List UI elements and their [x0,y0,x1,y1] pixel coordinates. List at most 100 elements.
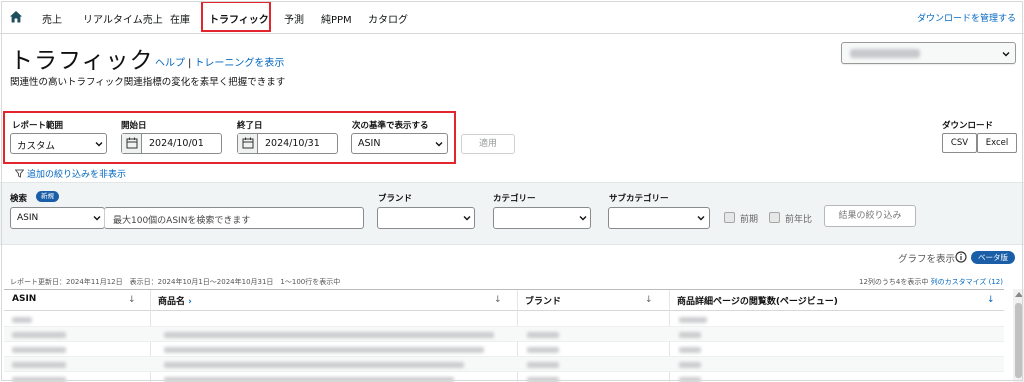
scrollbar-thumb[interactable] [1015,303,1022,378]
prev-year-label: 前年比 [785,215,813,225]
column-header-brand-label: ブランド [525,297,562,307]
search-label: 検索 [10,194,28,204]
asin-search-placeholder: 最大100個のASINを検索できます [113,216,251,226]
help-link[interactable]: ヘルプ [155,58,185,69]
account-name-redacted [850,49,920,58]
column-header-page-views[interactable]: 商品詳細ページの閲覧数(ページビュー) ↓ [669,290,1004,311]
download-excel-button[interactable]: Excel [977,133,1017,153]
download-label: ダウンロード [942,121,994,131]
start-date-label: 開始日 [121,121,147,131]
sort-arrow-icon[interactable]: ↓ [987,295,995,305]
table-row[interactable] [4,372,1004,382]
redacted-cell [679,317,707,323]
chevron-down-icon [95,142,103,147]
redacted-cell [12,347,66,353]
nav-item-inventory[interactable]: 在庫 [170,11,190,26]
report-range-label: レポート範囲 [12,121,64,131]
redacted-cell [679,377,701,382]
search-type-select[interactable]: ASIN [10,207,105,229]
scroll-up-arrow-icon[interactable] [1015,292,1023,297]
sort-arrow-icon[interactable]: ↓ [128,295,136,305]
download-csv-button[interactable]: CSV [942,133,977,153]
calendar-icon[interactable] [238,134,258,153]
chevron-down-icon [579,216,587,221]
apply-button[interactable]: 適用 [461,134,515,154]
report-meta-info: レポート更新日：2024年11月12日 表示日：2024年10月1日〜2024年… [10,278,341,286]
table-row[interactable] [4,327,1004,342]
brand-label: ブランド [378,194,413,204]
nav-item-sales[interactable]: 売上 [42,11,62,26]
table-row[interactable] [4,342,1004,357]
redacted-cell [12,362,66,368]
report-range-select[interactable]: カスタム [10,133,107,154]
redacted-cell [527,347,559,353]
traffic-table: ASIN ↓ 商品名 › ↓ ブランド ↓ 商品詳細ページの閲覧数(ページビュー… [4,289,1004,382]
filter-icon [15,169,24,178]
nav-item-forecast[interactable]: 予測 [284,11,304,26]
report-range-value: カスタム [17,141,56,152]
chevron-down-icon [1002,52,1010,57]
column-header-brand[interactable]: ブランド ↓ [517,290,669,311]
top-navigation: 売上 リアルタイム売上 在庫 トラフィック 予測 純PPM カタログ ダウンロー… [0,0,1024,34]
brand-select[interactable] [377,207,475,229]
end-date-field[interactable]: 2024/10/31 [237,133,338,154]
subcategory-label: サブカテゴリー [609,194,669,204]
redacted-cell [164,347,484,353]
redacted-cell [679,362,701,368]
sort-arrow-icon[interactable]: ↓ [494,295,502,305]
manage-downloads-link[interactable]: ダウンロードを管理する [917,11,1016,24]
redacted-cell [12,377,66,382]
prev-year-checkbox[interactable] [769,212,780,223]
category-select[interactable] [493,207,591,229]
calendar-icon[interactable] [122,134,142,153]
nav-item-traffic[interactable]: トラフィック [209,11,269,26]
prev-period-checkbox[interactable] [724,212,735,223]
narrow-results-button[interactable]: 結果の絞り込み [824,205,916,227]
column-header-product-name-label: 商品名 › [158,297,192,307]
table-row[interactable] [4,357,1004,372]
column-header-product-name[interactable]: 商品名 › ↓ [150,290,517,311]
start-date-field[interactable]: 2024/10/01 [121,133,222,154]
chevron-down-icon [435,142,443,147]
chevron-down-icon [463,216,471,221]
chevron-down-icon [697,216,705,221]
chevron-down-icon [93,216,101,221]
end-date-value: 2024/10/31 [265,138,320,149]
beta-badge: ベータ版 [971,251,1015,264]
columns-count-text: 12列のうち4を表示中 [859,278,929,286]
hide-filters-toggle[interactable]: 追加の絞り込みを非表示 [15,167,126,180]
info-icon[interactable] [955,251,967,263]
asin-search-input[interactable]: 最大100個のASINを検索できます [104,207,364,229]
redacted-cell [679,332,701,338]
view-by-label: 次の基準で表示する [352,121,429,131]
view-by-select[interactable]: ASIN [351,133,448,154]
end-date-label: 終了日 [237,121,263,131]
training-link[interactable]: トレーニングを表示 [194,58,284,69]
subcategory-select[interactable] [608,207,710,229]
column-header-asin-label: ASIN [12,294,37,304]
help-links: ヘルプ | トレーニングを表示 [155,54,284,69]
redacted-cell [527,332,559,338]
nav-item-net-ppm[interactable]: 純PPM [321,11,352,26]
show-graph-link[interactable]: グラフを表示 [898,251,955,265]
home-icon[interactable] [9,10,23,24]
page-subtitle: 関連性の高いトラフィック関連指標の変化を素早く把握できます [10,77,286,88]
prev-period-label: 前期 [740,215,759,225]
nav-item-realtime-sales[interactable]: リアルタイム売上 [83,11,163,26]
category-label: カテゴリー [493,194,536,204]
new-badge: 新規 [36,191,59,202]
customize-columns-link[interactable]: 列のカスタマイズ (12) [931,278,1003,286]
redacted-cell [164,377,454,382]
table-scrollbar[interactable] [1013,289,1024,382]
table-row-total [4,312,1004,327]
search-type-value: ASIN [17,213,39,223]
column-header-asin[interactable]: ASIN ↓ [4,290,150,311]
sort-arrow-icon[interactable]: ↓ [645,295,653,305]
nav-item-catalog[interactable]: カタログ [368,11,408,26]
account-selector[interactable] [841,42,1016,64]
start-date-value: 2024/10/01 [149,138,204,149]
columns-meta: 12列のうち4を表示中 列のカスタマイズ (12) [859,277,1003,287]
hide-filters-label: 追加の絞り込みを非表示 [27,170,127,180]
column-header-page-views-label: 商品詳細ページの閲覧数(ページビュー) [677,297,838,307]
redacted-cell [164,332,494,338]
